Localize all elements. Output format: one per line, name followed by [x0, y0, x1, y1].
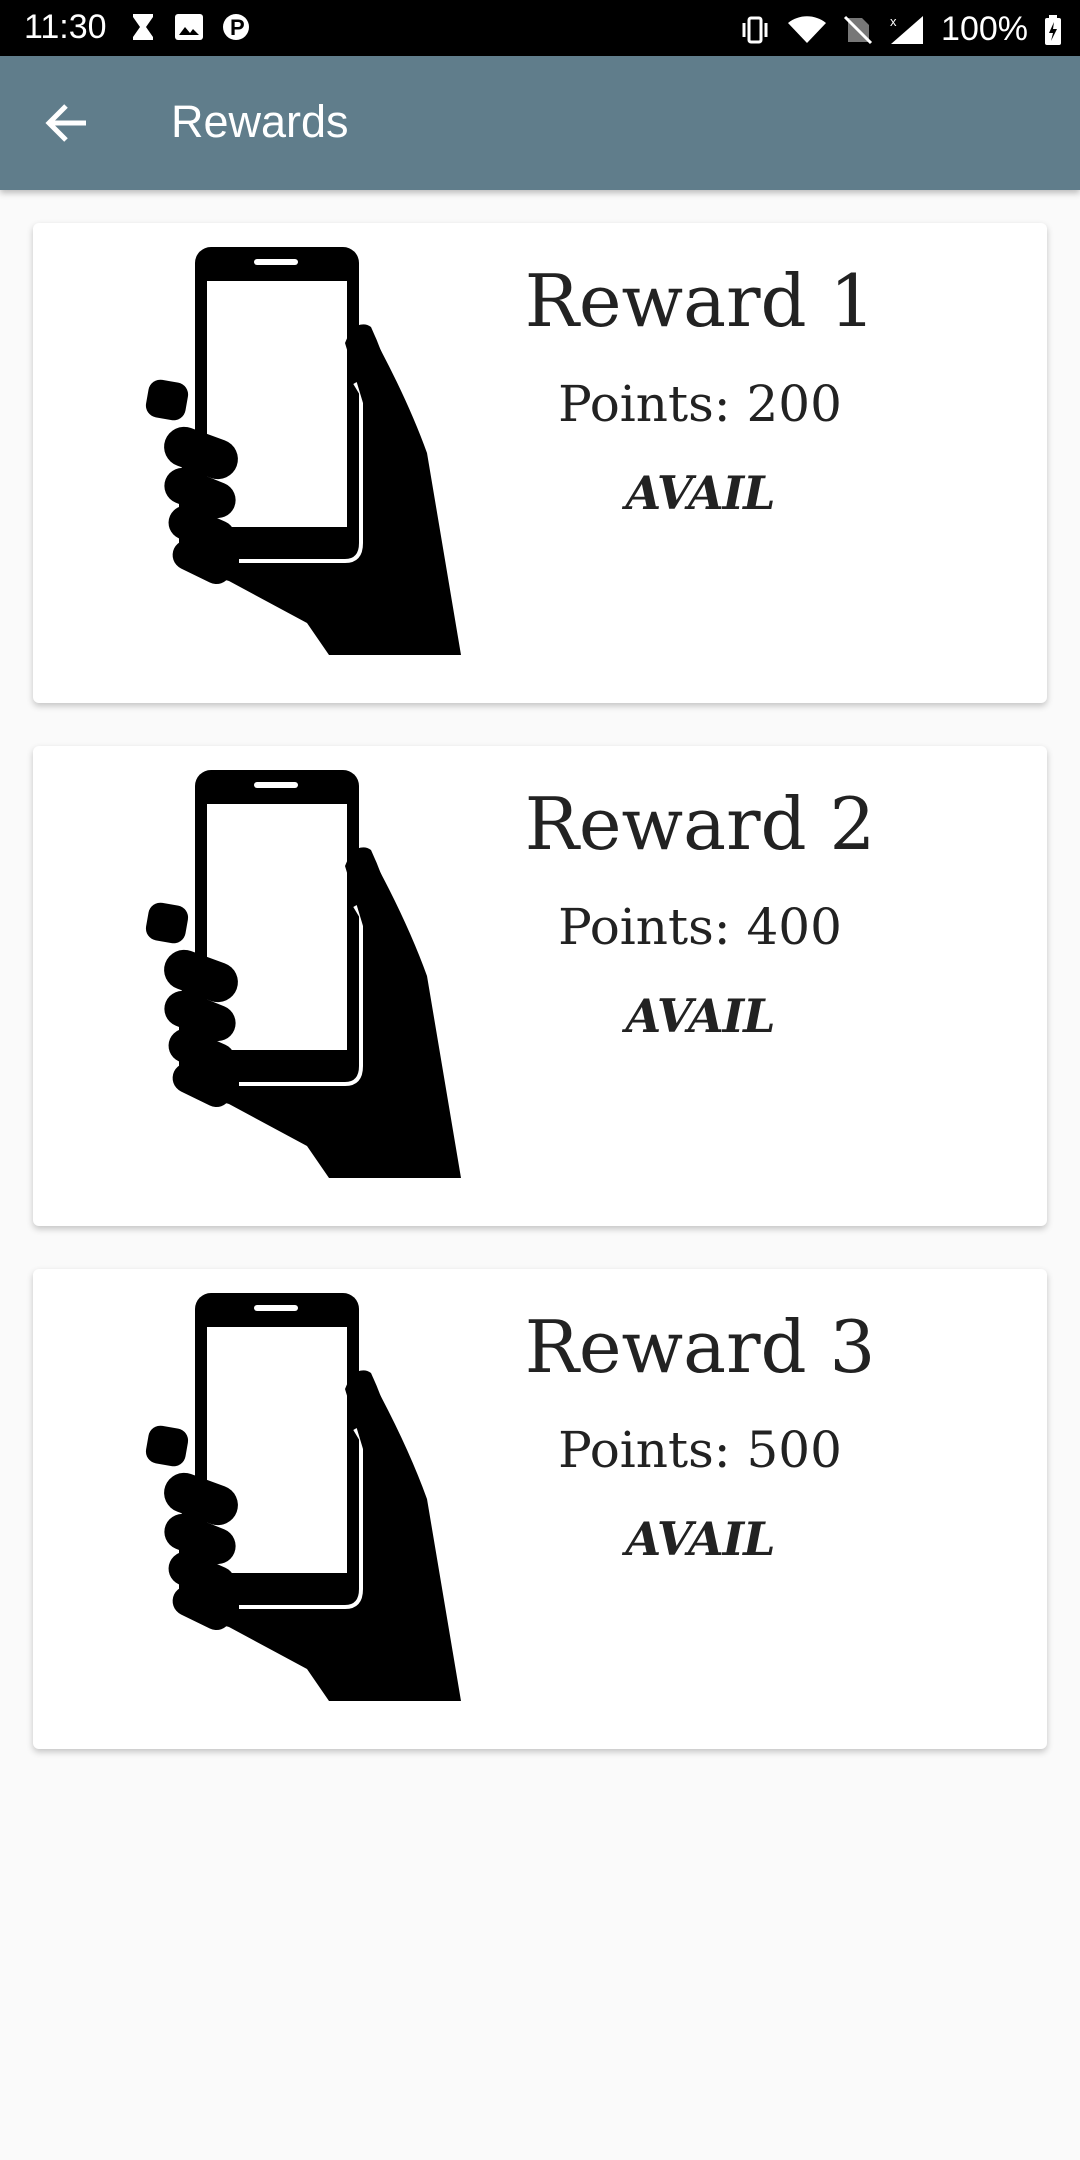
vibrate-icon — [742, 16, 768, 43]
back-button[interactable] — [36, 93, 96, 153]
reward-points: Points: 500 — [558, 1421, 842, 1479]
status-right-icons: x 100% — [739, 10, 1062, 49]
svg-text:P: P — [230, 15, 245, 40]
reward-card[interactable]: Reward 1 Points: 200 AVAIL — [33, 223, 1047, 703]
reward-card[interactable]: Reward 2 Points: 400 AVAIL — [33, 746, 1047, 1226]
hand-holding-phone-icon — [145, 247, 461, 655]
hand-holding-phone-icon — [145, 1293, 461, 1701]
rewards-list: Reward 1 Points: 200 AVAIL Reward 2 Poin… — [33, 223, 1047, 1792]
svg-text:x: x — [890, 14, 897, 29]
signal-icon: x — [890, 14, 924, 44]
arrow-back-icon — [45, 104, 86, 142]
battery-percent: 100% — [941, 10, 1028, 48]
reward-card[interactable]: Reward 3 Points: 500 AVAIL — [33, 1269, 1047, 1749]
status-left-icons: P — [130, 12, 250, 42]
page-title: Rewards — [171, 96, 349, 147]
avail-button[interactable]: AVAIL — [510, 466, 890, 520]
status-bar: 11:30 P x 100% — [0, 0, 1080, 56]
reward-title: Reward 1 — [524, 259, 876, 343]
reward-title: Reward 3 — [524, 1305, 876, 1389]
battery-charging-icon — [1045, 14, 1061, 45]
avail-button[interactable]: AVAIL — [510, 1512, 890, 1566]
app-bar: Rewards — [0, 56, 1080, 190]
avail-button[interactable]: AVAIL — [510, 989, 890, 1043]
wifi-icon — [788, 15, 827, 43]
status-time: 11:30 — [24, 8, 107, 46]
reward-points: Points: 400 — [558, 898, 842, 956]
hourglass-icon — [133, 14, 153, 40]
image-icon — [175, 14, 203, 40]
hand-holding-phone-icon — [145, 770, 461, 1178]
p-app-icon: P — [223, 14, 249, 40]
reward-points: Points: 200 — [558, 375, 842, 433]
reward-title: Reward 2 — [524, 782, 876, 866]
no-sim-icon — [843, 15, 873, 44]
